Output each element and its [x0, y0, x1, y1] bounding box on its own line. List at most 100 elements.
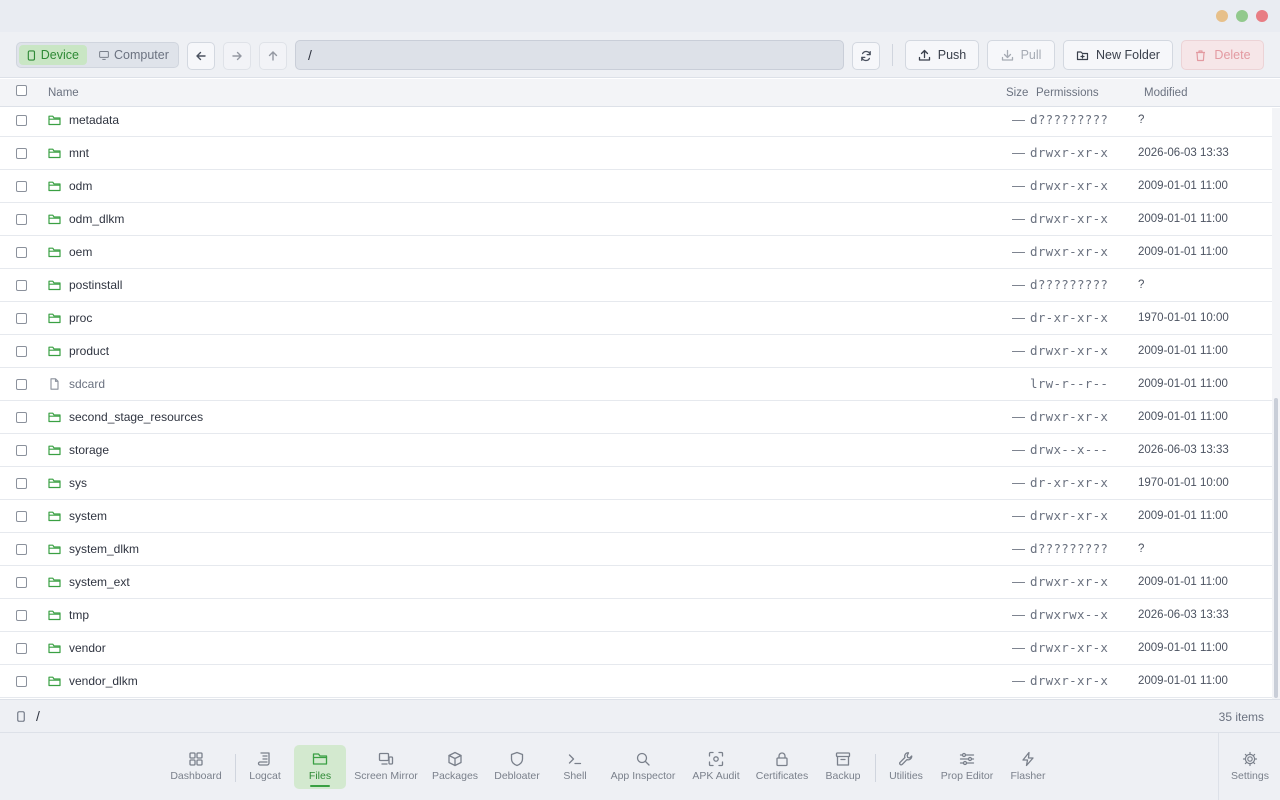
row-checkbox[interactable] [16, 577, 27, 588]
nav-item-app-inspector[interactable]: App Inspector [608, 745, 678, 789]
path-input[interactable] [295, 40, 844, 70]
computer-toggle-button[interactable]: Computer [91, 45, 177, 65]
row-checkbox[interactable] [16, 181, 27, 192]
forward-button[interactable] [223, 42, 251, 70]
table-row[interactable]: sdcard lrw-r--r-- 2009-01-01 11:00 [0, 368, 1272, 401]
file-name[interactable]: product [69, 344, 109, 358]
file-list-scrollbar[interactable] [1272, 108, 1280, 699]
column-header-modified[interactable]: Modified [1144, 87, 1187, 99]
file-name[interactable]: metadata [69, 113, 119, 127]
device-toggle-button[interactable]: Device [19, 45, 87, 65]
file-name[interactable]: sys [69, 476, 87, 490]
row-checkbox[interactable] [16, 247, 27, 258]
row-checkbox[interactable] [16, 379, 27, 390]
table-row[interactable]: product — drwxr-xr-x 2009-01-01 11:00 [0, 335, 1272, 368]
row-checkbox[interactable] [16, 346, 27, 357]
file-permissions: drwxr-xr-x [1030, 409, 1109, 424]
table-row[interactable]: oem — drwxr-xr-x 2009-01-01 11:00 [0, 236, 1272, 269]
row-checkbox[interactable] [16, 313, 27, 324]
row-checkbox[interactable] [16, 280, 27, 291]
maximize-button[interactable] [1236, 10, 1248, 22]
file-name[interactable]: odm [69, 179, 92, 193]
table-row[interactable]: system_ext — drwxr-xr-x 2009-01-01 11:00 [0, 566, 1272, 599]
row-checkbox[interactable] [16, 214, 27, 225]
column-header-size[interactable]: Size [1006, 87, 1028, 99]
table-row[interactable]: postinstall — d?????????? [0, 269, 1272, 302]
file-permissions: drwxr-xr-x [1030, 640, 1109, 655]
table-row[interactable]: odm_dlkm — drwxr-xr-x 2009-01-01 11:00 [0, 203, 1272, 236]
nav-item-files[interactable]: Files [294, 745, 346, 789]
row-checkbox[interactable] [16, 445, 27, 456]
file-name[interactable]: system [69, 509, 107, 523]
column-header-permissions[interactable]: Permissions [1036, 87, 1099, 99]
row-checkbox[interactable] [16, 676, 27, 687]
row-checkbox[interactable] [16, 412, 27, 423]
file-name[interactable]: odm_dlkm [69, 212, 124, 226]
nav-item-backup[interactable]: Backup [820, 745, 866, 789]
new-folder-button[interactable]: New Folder [1063, 40, 1173, 70]
select-all-checkbox[interactable] [16, 85, 27, 96]
row-checkbox[interactable] [16, 643, 27, 654]
table-row[interactable]: system_dlkm — d?????????? [0, 533, 1272, 566]
row-checkbox[interactable] [16, 478, 27, 489]
nav-item-screen-mirror[interactable]: Screen Mirror [353, 745, 419, 789]
table-row[interactable]: odm — drwxr-xr-x 2009-01-01 11:00 [0, 170, 1272, 203]
dashboard-icon [189, 752, 203, 766]
table-row[interactable]: sys — dr-xr-xr-x 1970-01-01 10:00 [0, 467, 1272, 500]
minimize-button[interactable] [1216, 10, 1228, 22]
up-directory-button[interactable] [259, 42, 287, 70]
nav-item-flasher[interactable]: Flasher [1006, 745, 1050, 789]
nav-item-apk-audit[interactable]: APK Audit [689, 745, 743, 789]
table-row[interactable]: vendor — drwxr-xr-x 2009-01-01 11:00 [0, 632, 1272, 665]
nav-item-certificates[interactable]: Certificates [752, 745, 812, 789]
folder-icon [48, 544, 61, 555]
title-bar [0, 0, 1280, 32]
close-window-button[interactable] [1256, 10, 1268, 22]
file-modified: 2009-01-01 11:00 [1138, 510, 1228, 522]
nav-item-settings[interactable]: Settings [1225, 745, 1275, 789]
file-name[interactable]: proc [69, 311, 92, 325]
nav-item-shell[interactable]: Shell [556, 745, 594, 789]
table-row[interactable]: storage — drwx--x--- 2026-06-03 13:33 [0, 434, 1272, 467]
file-modified: ? [1138, 114, 1145, 126]
package-icon [448, 751, 462, 767]
file-modified: 2026-06-03 13:33 [1138, 147, 1229, 159]
computer-toggle-label: Computer [114, 48, 169, 62]
scrollbar-thumb[interactable] [1274, 398, 1278, 698]
row-checkbox[interactable] [16, 148, 27, 159]
nav-item-utilities[interactable]: Utilities [884, 745, 928, 789]
file-name[interactable]: mnt [69, 146, 89, 160]
row-checkbox[interactable] [16, 610, 27, 621]
file-name[interactable]: system_ext [69, 575, 130, 589]
file-name[interactable]: system_dlkm [69, 542, 139, 556]
file-name[interactable]: vendor_dlkm [69, 674, 138, 688]
file-name[interactable]: tmp [69, 608, 89, 622]
refresh-button[interactable] [852, 42, 880, 70]
file-name[interactable]: oem [69, 245, 92, 259]
table-row[interactable]: system — drwxr-xr-x 2009-01-01 11:00 [0, 500, 1272, 533]
nav-item-dashboard[interactable]: Dashboard [170, 745, 222, 789]
row-checkbox[interactable] [16, 544, 27, 555]
column-header-name[interactable]: Name [48, 87, 79, 99]
row-checkbox[interactable] [16, 115, 27, 126]
back-button[interactable] [187, 42, 215, 70]
table-row[interactable]: vendor_dlkm — drwxr-xr-x 2009-01-01 11:00 [0, 665, 1272, 698]
nav-item-packages[interactable]: Packages [430, 745, 480, 789]
table-row[interactable]: metadata — d?????????? [0, 108, 1272, 137]
file-name[interactable]: sdcard [69, 377, 105, 391]
file-name[interactable]: postinstall [69, 278, 122, 292]
delete-button[interactable]: Delete [1181, 40, 1264, 70]
file-name[interactable]: second_stage_resources [69, 410, 203, 424]
file-name[interactable]: vendor [69, 641, 106, 655]
table-row[interactable]: second_stage_resources — drwxr-xr-x 2009-01… [0, 401, 1272, 434]
row-checkbox[interactable] [16, 511, 27, 522]
nav-item-debloater[interactable]: Debloater [492, 745, 542, 789]
table-row[interactable]: tmp — drwxrwx--x 2026-06-03 13:33 [0, 599, 1272, 632]
table-row[interactable]: proc — dr-xr-xr-x 1970-01-01 10:00 [0, 302, 1272, 335]
file-name[interactable]: storage [69, 443, 109, 457]
nav-item-logcat[interactable]: Logcat [244, 745, 286, 789]
pull-button[interactable]: Pull [987, 40, 1055, 70]
push-button[interactable]: Push [905, 40, 979, 70]
table-row[interactable]: mnt — drwxr-xr-x 2026-06-03 13:33 [0, 137, 1272, 170]
nav-item-prop-editor[interactable]: Prop Editor [939, 745, 995, 789]
